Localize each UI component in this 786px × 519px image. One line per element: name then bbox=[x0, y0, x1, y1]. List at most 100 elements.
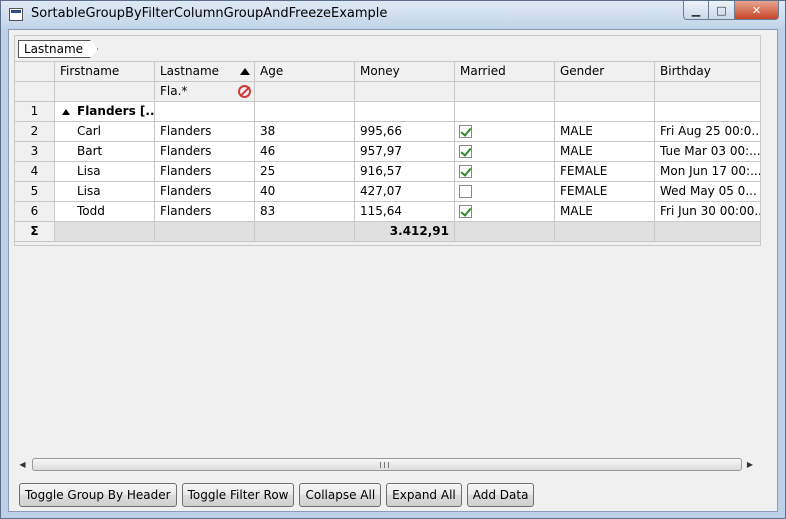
expand-all-button[interactable]: Expand All bbox=[386, 483, 462, 507]
summary-cell bbox=[155, 222, 255, 242]
cell-money[interactable]: 995,66 bbox=[355, 122, 455, 142]
cell-money[interactable]: 957,97 bbox=[355, 142, 455, 162]
cell-lastname[interactable]: Flanders bbox=[155, 162, 255, 182]
group-cell bbox=[655, 102, 761, 122]
column-header-age[interactable]: Age bbox=[255, 62, 355, 82]
cell-gender[interactable]: MALE bbox=[555, 142, 655, 162]
cell-lastname[interactable]: Flanders bbox=[155, 142, 255, 162]
horizontal-scrollbar[interactable]: ◀ ▶ bbox=[14, 456, 761, 473]
cell-firstname[interactable]: Lisa bbox=[55, 162, 155, 182]
column-header-married[interactable]: Married bbox=[455, 62, 555, 82]
expand-collapse-icon[interactable] bbox=[62, 109, 70, 115]
cell-birthday[interactable]: Tue Mar 03 00:... bbox=[655, 142, 761, 162]
minimize-button[interactable]: ▁ bbox=[683, 1, 709, 20]
table-row[interactable]: 5 Lisa Flanders 40 427,07 FEMALE Wed May… bbox=[15, 182, 761, 202]
add-data-button[interactable]: Add Data bbox=[466, 483, 535, 507]
toggle-group-by-header-button[interactable]: Toggle Group By Header bbox=[19, 483, 177, 507]
table-row[interactable]: 3 Bart Flanders 46 957,97 MALE Tue Mar 0… bbox=[15, 142, 761, 162]
column-header-money[interactable]: Money bbox=[355, 62, 455, 82]
nattable-grid: Firstname Lastname Age Money Married Gen… bbox=[14, 61, 761, 246]
maximize-button[interactable]: □ bbox=[709, 1, 735, 20]
cell-married[interactable] bbox=[455, 142, 555, 162]
cell-lastname[interactable]: Flanders bbox=[155, 122, 255, 142]
row-header[interactable]: 6 bbox=[15, 202, 55, 222]
cell-gender[interactable]: MALE bbox=[555, 122, 655, 142]
group-by-header[interactable]: Lastname bbox=[14, 35, 761, 61]
filter-birthday[interactable] bbox=[655, 82, 761, 102]
cell-gender[interactable]: MALE bbox=[555, 202, 655, 222]
summary-cell bbox=[55, 222, 155, 242]
married-checkbox[interactable] bbox=[459, 205, 472, 218]
married-checkbox[interactable] bbox=[459, 145, 472, 158]
summary-symbol: Σ bbox=[15, 222, 55, 242]
window-title: SortableGroupByFilterColumnGroupAndFreez… bbox=[31, 6, 388, 21]
group-label-cell[interactable]: Flanders [... bbox=[55, 102, 155, 122]
summary-cell bbox=[555, 222, 655, 242]
scroll-left-icon[interactable]: ◀ bbox=[14, 456, 31, 473]
cell-birthday[interactable]: Mon Jun 17 00:... bbox=[655, 162, 761, 182]
window-controls: ▁ □ ✕ bbox=[683, 1, 779, 20]
table-row[interactable]: 4 Lisa Flanders 25 916,57 FEMALE Mon Jun… bbox=[15, 162, 761, 182]
column-header-birthday[interactable]: Birthday bbox=[655, 62, 761, 82]
cell-married[interactable] bbox=[455, 122, 555, 142]
cell-birthday[interactable]: Wed May 05 0... bbox=[655, 182, 761, 202]
clear-filter-icon[interactable] bbox=[238, 85, 251, 98]
group-by-chip-lastname[interactable]: Lastname bbox=[18, 40, 98, 58]
cell-firstname[interactable]: Lisa bbox=[55, 182, 155, 202]
cell-firstname[interactable]: Carl bbox=[55, 122, 155, 142]
cell-birthday[interactable]: Fri Jun 30 00:00... bbox=[655, 202, 761, 222]
cell-married[interactable] bbox=[455, 182, 555, 202]
column-header-lastname[interactable]: Lastname bbox=[155, 62, 255, 82]
cell-age[interactable]: 38 bbox=[255, 122, 355, 142]
filter-firstname[interactable] bbox=[55, 82, 155, 102]
row-header[interactable]: 1 bbox=[15, 102, 55, 122]
filter-row: Fla.* bbox=[15, 82, 761, 102]
group-cell bbox=[455, 102, 555, 122]
scrollbar-thumb[interactable] bbox=[32, 458, 742, 471]
cell-age[interactable]: 83 bbox=[255, 202, 355, 222]
column-header-gender[interactable]: Gender bbox=[555, 62, 655, 82]
title-bar[interactable]: SortableGroupByFilterColumnGroupAndFreez… bbox=[1, 1, 785, 28]
cell-money[interactable]: 115,64 bbox=[355, 202, 455, 222]
summary-cell bbox=[455, 222, 555, 242]
filter-gender[interactable] bbox=[555, 82, 655, 102]
cell-lastname[interactable]: Flanders bbox=[155, 182, 255, 202]
group-cell bbox=[355, 102, 455, 122]
collapse-all-button[interactable]: Collapse All bbox=[299, 483, 382, 507]
table-row[interactable]: 6 Todd Flanders 83 115,64 MALE Fri Jun 3… bbox=[15, 202, 761, 222]
filter-lastname[interactable]: Fla.* bbox=[155, 82, 255, 102]
filter-age[interactable] bbox=[255, 82, 355, 102]
table-row[interactable]: 2 Carl Flanders 38 995,66 MALE Fri Aug 2… bbox=[15, 122, 761, 142]
group-cell bbox=[255, 102, 355, 122]
cell-married[interactable] bbox=[455, 162, 555, 182]
cell-age[interactable]: 46 bbox=[255, 142, 355, 162]
close-button[interactable]: ✕ bbox=[735, 1, 779, 20]
filter-married[interactable] bbox=[455, 82, 555, 102]
button-bar: Toggle Group By Header Toggle Filter Row… bbox=[19, 483, 535, 507]
cell-lastname[interactable]: Flanders bbox=[155, 202, 255, 222]
column-header-firstname[interactable]: Firstname bbox=[55, 62, 155, 82]
row-header[interactable]: 3 bbox=[15, 142, 55, 162]
row-header[interactable]: 2 bbox=[15, 122, 55, 142]
filter-row-header bbox=[15, 82, 55, 102]
married-checkbox[interactable] bbox=[459, 165, 472, 178]
cell-money[interactable]: 427,07 bbox=[355, 182, 455, 202]
cell-gender[interactable]: FEMALE bbox=[555, 162, 655, 182]
cell-birthday[interactable]: Fri Aug 25 00:0... bbox=[655, 122, 761, 142]
cell-money[interactable]: 916,57 bbox=[355, 162, 455, 182]
cell-firstname[interactable]: Todd bbox=[55, 202, 155, 222]
row-header[interactable]: 4 bbox=[15, 162, 55, 182]
married-checkbox[interactable] bbox=[459, 125, 472, 138]
group-row[interactable]: 1 Flanders [... bbox=[15, 102, 761, 122]
cell-gender[interactable]: FEMALE bbox=[555, 182, 655, 202]
cell-age[interactable]: 40 bbox=[255, 182, 355, 202]
toggle-filter-row-button[interactable]: Toggle Filter Row bbox=[181, 483, 295, 507]
cell-age[interactable]: 25 bbox=[255, 162, 355, 182]
filter-money[interactable] bbox=[355, 82, 455, 102]
row-header[interactable]: 5 bbox=[15, 182, 55, 202]
married-checkbox[interactable] bbox=[459, 185, 472, 198]
group-label: Flanders [... bbox=[77, 104, 155, 118]
cell-married[interactable] bbox=[455, 202, 555, 222]
cell-firstname[interactable]: Bart bbox=[55, 142, 155, 162]
scroll-right-icon[interactable]: ▶ bbox=[744, 456, 761, 473]
